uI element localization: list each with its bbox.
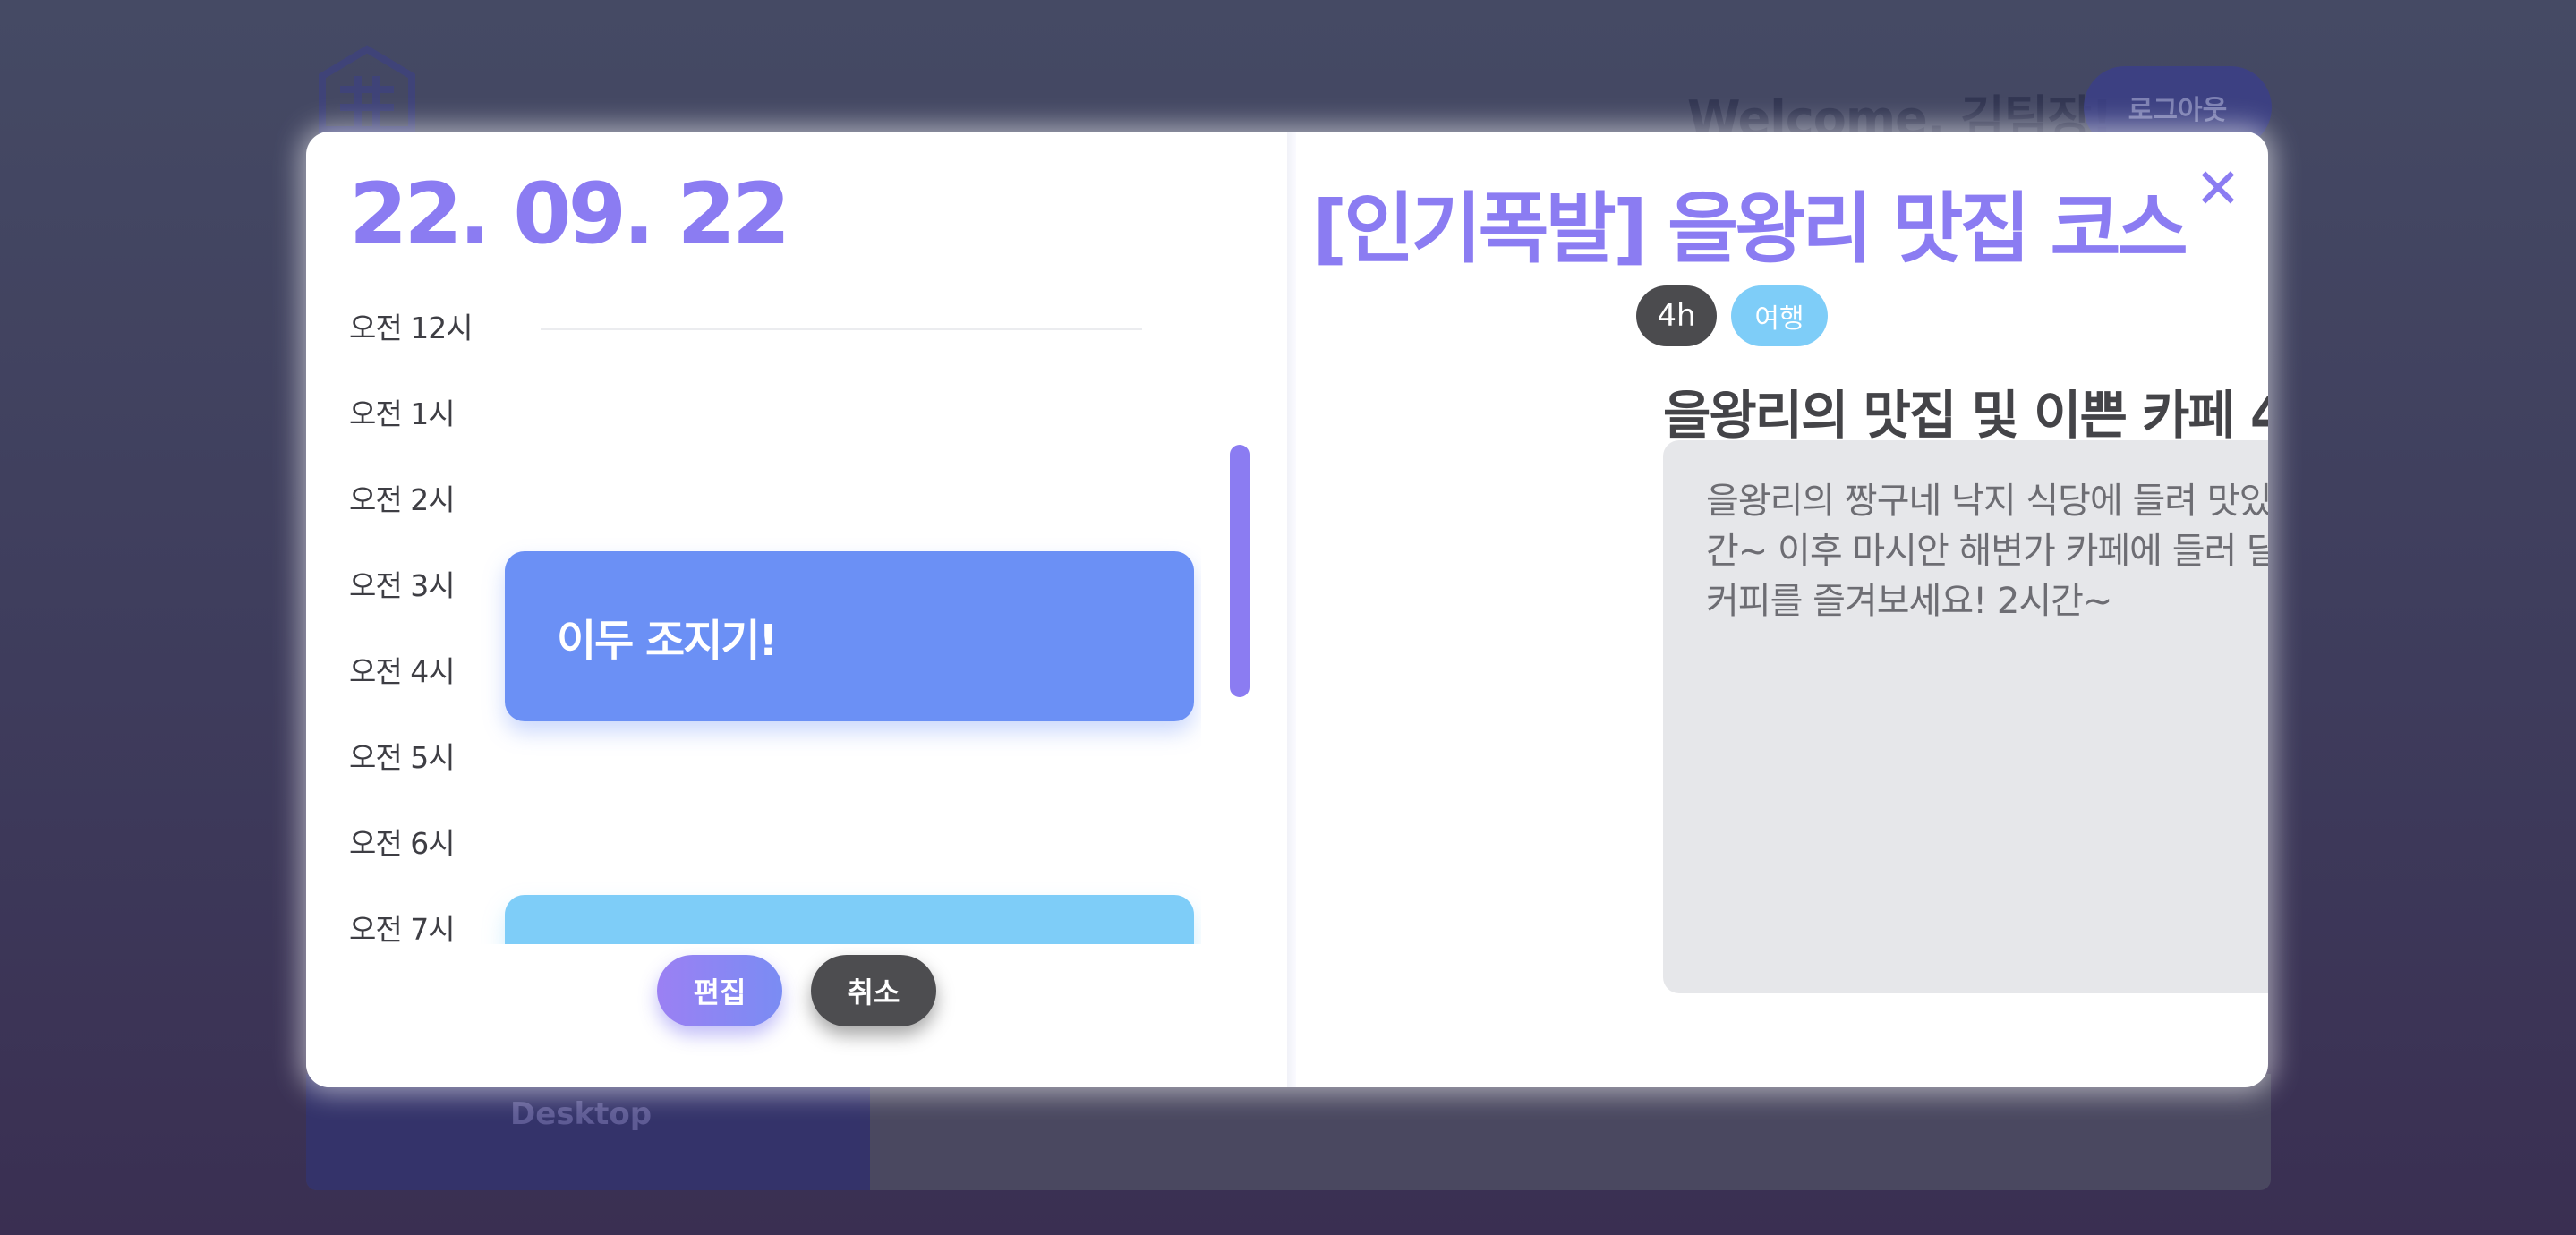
hour-row: 오전 1시 — [349, 388, 1199, 441]
course-headline: 을왕리의 맛집 및 이쁜 카페 4시간 코스! — [1663, 385, 2268, 446]
hour-row: 오전 5시 — [349, 731, 1199, 785]
hour-row: 오전 12시 — [349, 302, 1199, 355]
hour-label: 오전 3시 — [349, 568, 456, 603]
hour-row: 오전 6시 — [349, 817, 1199, 871]
close-icon[interactable]: ✕ — [2191, 161, 2245, 217]
schedule-pane: 22. 09. 22 오전 12시 오전 1시 오전 2시 오전 3시 오전 4… — [306, 132, 1287, 1087]
app-logo-icon — [319, 45, 415, 133]
hour-label: 오전 2시 — [349, 482, 456, 517]
hour-label: 오전 6시 — [349, 826, 456, 861]
hour-label: 오전 5시 — [349, 740, 456, 775]
hour-row: 오전 2시 — [349, 473, 1199, 527]
course-description: 을왕리의 짱구네 낙지 식당에 들려 맛있는 식사! 1시간~ 이후 마시안 해… — [1706, 481, 2268, 622]
hour-divider — [541, 328, 1142, 330]
hour-label: 오전 12시 — [349, 311, 473, 345]
date-title: 22. 09. 22 — [349, 166, 790, 263]
timeline-scrollbar[interactable] — [1230, 445, 1250, 697]
hour-label: 오전 4시 — [349, 654, 456, 689]
pane-divider — [1287, 132, 1296, 1087]
background-panel-left — [306, 1074, 870, 1190]
schedule-event[interactable]: 이두 조지기! — [505, 551, 1194, 721]
course-description-box: 을왕리의 짱구네 낙지 식당에 들려 맛있는 식사! 1시간~ 이후 마시안 해… — [1663, 440, 2268, 993]
hour-label: 오전 1시 — [349, 396, 456, 431]
duration-badge: 4h — [1636, 285, 1717, 346]
edit-button[interactable]: 편집 — [657, 955, 782, 1026]
action-buttons: 편집 취소 — [306, 944, 1287, 1087]
category-badge: 여행 — [1731, 285, 1828, 346]
background-panel-label: Desktop — [510, 1096, 653, 1132]
cancel-button[interactable]: 취소 — [811, 955, 936, 1026]
course-title: [인기폭발] 을왕리 맛집 코스 — [1312, 184, 2188, 274]
schedule-detail-modal: 22. 09. 22 오전 12시 오전 1시 오전 2시 오전 3시 오전 4… — [306, 132, 2268, 1087]
